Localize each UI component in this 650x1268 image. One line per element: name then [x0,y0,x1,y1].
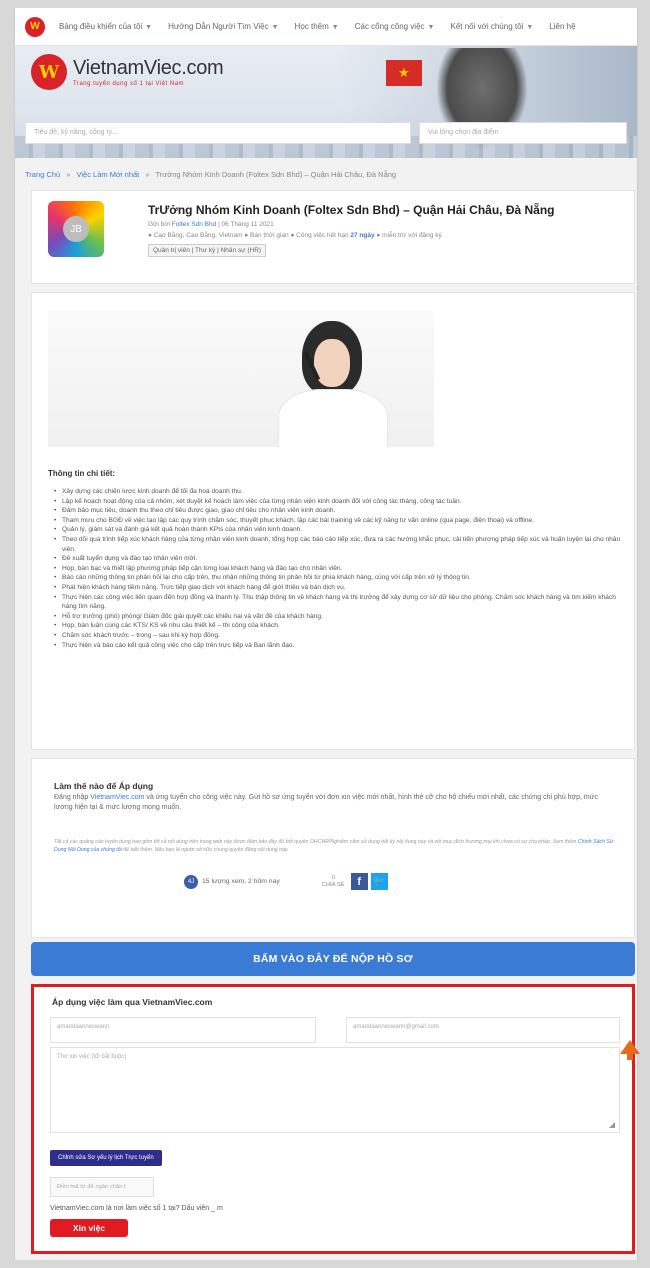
list-item: Họp, bàn luận cùng các KTS/ KS về nhu cầ… [54,621,622,631]
brand-tagline: Trang tuyển dụng số 1 tại Việt Nam [73,81,185,87]
how-to-apply-heading: Làm thế nào để Áp dụng [54,781,154,791]
nav-item-jobseeker-guide[interactable]: Hướng Dẫn Người Tìm Việc ▼ [168,22,278,31]
job-stats: 4J 15 lượng xem, 2 hôm nay 0 CHIA SẺ f 🐦 [184,873,388,890]
nav-item-contact[interactable]: Liên hệ [549,22,575,31]
details-heading: Thông tin chi tiết: [48,469,116,478]
cover-letter-textarea[interactable]: Thư xin việc (tối bắt buộc) [50,1047,620,1133]
facebook-share-icon[interactable]: f [350,873,368,890]
page-frame: W Bảng điều khiển của tôi ▼ Hướng Dẫn Ngư… [14,8,638,1260]
job-meta: ● Cao Bằng, Cao Bằng, Vietnam ● Bán thời… [148,232,442,239]
views-count: 15 lượng xem, 2 hôm nay [202,878,280,885]
captcha-question: VietnamViec.com là nơi làm việc số 1 tại… [50,1205,223,1212]
breadcrumb-home-link[interactable]: Trang Chủ [25,170,60,179]
list-item: Đề xuất tuyển dụng và đào tạo nhân viên … [54,554,622,564]
list-item: Quản lý, giám sát và đánh giá kết quả ho… [54,525,622,535]
edit-cv-button[interactable]: Chỉnh sửa Sơ yếu lý lịch Trực tuyến [50,1150,162,1166]
vietnam-flag-icon: ★ [386,60,422,86]
annotation-arrow-stem [627,1052,633,1060]
posted-info: Gửi bởi Foltex Sdn Bhd | 06 Tháng 11 202… [148,221,274,228]
nav-item-learn-more[interactable]: Học thêm ▼ [295,22,339,31]
how-to-apply-card: Làm thế nào để Áp dụng Đăng nhập Vietnam… [31,758,635,938]
chevron-down-icon: ▼ [145,24,153,31]
list-item: Tham mưu cho BGĐ về việc tạo lập các quy… [54,516,622,526]
resize-handle-icon[interactable] [609,1122,615,1128]
breadcrumb-current: Trưởng Nhóm Kinh Doanh (Foltex Sdn Bhd) … [155,170,397,179]
details-list: Xây dựng các chiến lược kinh doanh để tố… [54,487,622,650]
list-item: Xây dựng các chiến lược kinh doanh để tố… [54,487,622,497]
top-navigation: W Bảng điều khiển của tôi ▼ Hướng Dẫn Ngư… [15,8,637,46]
chevron-down-icon: ▼ [427,24,435,31]
list-item: Đảm bảo mục tiêu, doanh thu theo chỉ tiê… [54,506,622,516]
breadcrumb-latest-link[interactable]: Việc Làm Mới nhất [77,170,140,179]
job-category-tag[interactable]: Quản trị viên | Thư ký | Nhân sự (HR) [148,244,267,257]
site-link[interactable]: VietnamViec.com [90,794,144,801]
how-to-apply-text: Đăng nhập VietnamViec.com và ứng tuyển c… [54,794,598,811]
name-field[interactable]: amandaanneswann [50,1017,316,1043]
list-item: Thực hiện và báo cáo kết quả công việc c… [54,641,622,651]
job-title: TrƯởng Nhóm Kinh Doanh (Foltex Sdn Bhd) … [148,203,555,217]
brand-mark-icon: W [31,54,67,90]
hero-banner: ★ W VietnamViec.com Trang tuyển dụng số … [15,46,637,158]
list-item: Lập kế hoạch hoạt động của cả nhóm, xét … [54,497,622,507]
share-counter: 0 CHIA SẺ [321,874,345,888]
application-form-heading: Áp dụng việc làm qua VietnamViec.com [52,997,213,1007]
job-description-card: Thông tin chi tiết: Xây dựng các chiến l… [31,292,635,750]
company-logo: JB [48,201,104,257]
list-item: Thực hiện các công việc liên quan đến hợ… [54,593,622,612]
keyword-search-input[interactable]: Tiêu đề, kỹ năng, công ty... [25,122,411,144]
nav-item-job-portals[interactable]: Các cổng công việc ▼ [355,22,435,31]
twitter-share-icon[interactable]: 🐦 [370,873,388,890]
list-item: Họp, bàn bạc và thiết lập phương pháp ti… [54,564,622,574]
brand-name: VietnamViec.com [73,57,224,79]
expiry-days: 27 ngày [350,232,375,239]
application-form: Áp dụng việc làm qua VietnamViec.com ama… [31,984,635,1254]
site-logo-icon[interactable]: W [25,16,45,37]
list-item: Theo dõi quá trình tiếp xúc khách hàng c… [54,535,622,554]
location-select[interactable]: Vui lòng chọn địa điểm [419,122,627,144]
list-item: Chăm sóc khách trước – trong – sau khi k… [54,631,622,641]
email-field[interactable]: amandaanneswann@gmail.com [346,1017,620,1043]
apply-now-button[interactable]: BẤM VÀO ĐÂY ĐỂ NỘP HỒ SƠ [31,942,635,976]
breadcrumb: Trang Chủ » Việc Làm Mới nhất » Trưởng N… [25,170,397,179]
chevron-down-icon: ▼ [331,24,339,31]
submit-application-button[interactable]: Xin việc [50,1219,128,1237]
nav-item-connect[interactable]: Kết nối với chúng tôi ▼ [450,22,533,31]
captcha-input[interactable]: Điền mã từ để ngăn chặn t [50,1177,154,1197]
chevron-down-icon: ▼ [271,24,279,31]
chevron-down-icon: ▼ [526,24,534,31]
list-item: Báo cáo những thông tin phản hồi lại cho… [54,573,622,583]
company-link[interactable]: Foltex Sdn Bhd [172,221,216,228]
views-badge-icon: 4J [184,874,198,889]
list-item: Hỗ trợ trưởng (phó) phòng/ Giám đốc giải… [54,612,622,622]
content-policy-note: Tất cả các quảng cáo tuyển dụng bao gồm … [54,839,614,853]
job-header-card: JB TrƯởng Nhóm Kinh Doanh (Foltex Sdn Bh… [31,190,635,284]
job-photo [48,311,434,447]
list-item: Phát hiện khách hàng tiềm năng. Trực tiế… [54,583,622,593]
nav-item-dashboard[interactable]: Bảng điều khiển của tôi ▼ [59,22,152,31]
brand-logo[interactable]: W VietnamViec.com Trang tuyển dụng số 1 … [31,54,224,90]
